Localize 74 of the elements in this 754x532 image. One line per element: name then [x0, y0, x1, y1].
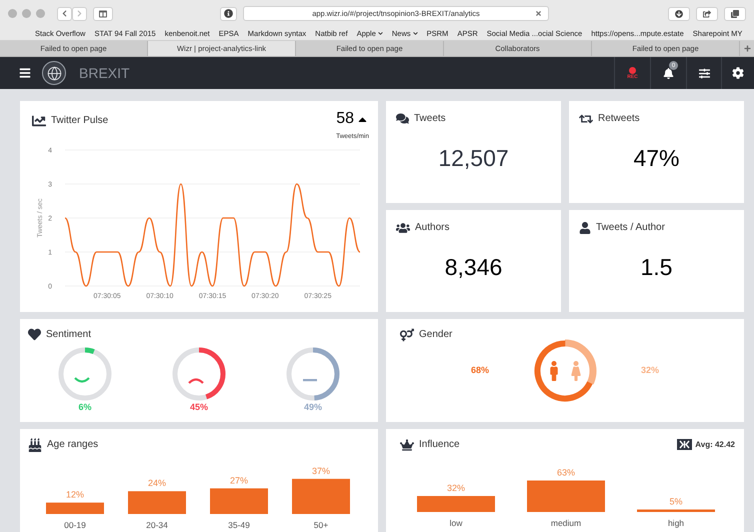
back-button[interactable] — [57, 6, 72, 20]
chevron-down-icon — [412, 31, 418, 36]
card-title: Authors — [415, 221, 450, 235]
card-title: Tweets / Author — [596, 221, 665, 235]
bar — [128, 491, 186, 514]
share-icon — [703, 10, 711, 18]
stat-value: 12,507 — [438, 144, 509, 174]
sliders-icon — [698, 68, 710, 78]
bar — [292, 478, 350, 514]
bar-value-label: 5% — [670, 496, 682, 506]
tabs-button[interactable] — [724, 6, 746, 20]
crown-icon — [400, 438, 414, 452]
category-label: 50+ — [314, 520, 328, 530]
klout-icon — [677, 439, 692, 450]
chevron-down-icon — [378, 31, 383, 36]
stat-value: 47% — [633, 144, 680, 174]
plus-icon — [744, 45, 750, 52]
female-percent: 32% — [641, 364, 660, 378]
bar — [46, 502, 104, 514]
sentiment-percent: 45% — [190, 403, 208, 412]
smile-icon — [74, 377, 90, 383]
card-title: Sentiment — [46, 328, 92, 342]
sidebar-icon — [99, 10, 107, 18]
category-label: 00-19 — [64, 520, 86, 530]
chevron-left-icon — [61, 10, 68, 17]
globe-icon — [46, 66, 62, 80]
tabs-icon — [731, 10, 739, 18]
line-chart-icon — [32, 114, 46, 128]
card-title: Gender — [419, 328, 452, 342]
bar-value-label: 63% — [557, 468, 575, 478]
flat-mouth-icon — [303, 379, 317, 382]
menu-icon[interactable] — [19, 67, 31, 79]
stat-value: 8,346 — [444, 253, 502, 282]
sentiment-percent: 49% — [304, 403, 322, 412]
frown-icon — [188, 378, 204, 384]
info-icon — [224, 9, 233, 18]
bar-value-label: 12% — [66, 490, 84, 500]
card-title: Age ranges — [47, 438, 98, 452]
bar-value-label: 24% — [148, 478, 166, 488]
project-title: BREXIT — [79, 64, 130, 82]
influence-average: Avg: 42.42 — [695, 438, 735, 450]
category-label: medium — [550, 518, 582, 528]
category-label: 35-49 — [228, 520, 250, 530]
tweet-rate: 58 — [336, 111, 354, 127]
bell-icon — [663, 68, 674, 78]
category-label: low — [450, 518, 462, 528]
sidebar-button[interactable] — [93, 6, 113, 20]
speech-bubbles-icon — [396, 112, 409, 125]
card-title: Influence — [419, 438, 460, 452]
share-button[interactable] — [696, 6, 718, 20]
download-icon — [675, 10, 683, 18]
chevron-right-icon — [76, 10, 83, 17]
download-button[interactable] — [668, 6, 690, 20]
category-label: high — [668, 518, 684, 528]
bar-value-label: 32% — [447, 483, 465, 493]
retweet-icon — [579, 112, 593, 126]
bar — [210, 488, 268, 514]
sentiment-percent: 6% — [78, 403, 92, 412]
user-icon — [579, 222, 591, 234]
heart-icon — [28, 328, 41, 341]
cake-icon — [28, 438, 42, 452]
stat-value: 1.5 — [640, 253, 672, 282]
category-label: 20-34 — [146, 520, 168, 530]
male-percent: 68% — [470, 364, 489, 378]
users-icon — [396, 220, 410, 234]
card-title: Twitter Pulse — [51, 114, 108, 128]
clear-icon[interactable] — [535, 10, 542, 17]
card-title: Retweets — [598, 112, 640, 126]
bar-value-label: 27% — [230, 475, 248, 486]
gender-symbols-icon — [400, 328, 414, 342]
info-button[interactable] — [220, 6, 237, 20]
bar-value-label: 37% — [312, 466, 330, 476]
card-title: Tweets — [414, 112, 446, 126]
settings-icon — [732, 67, 744, 79]
